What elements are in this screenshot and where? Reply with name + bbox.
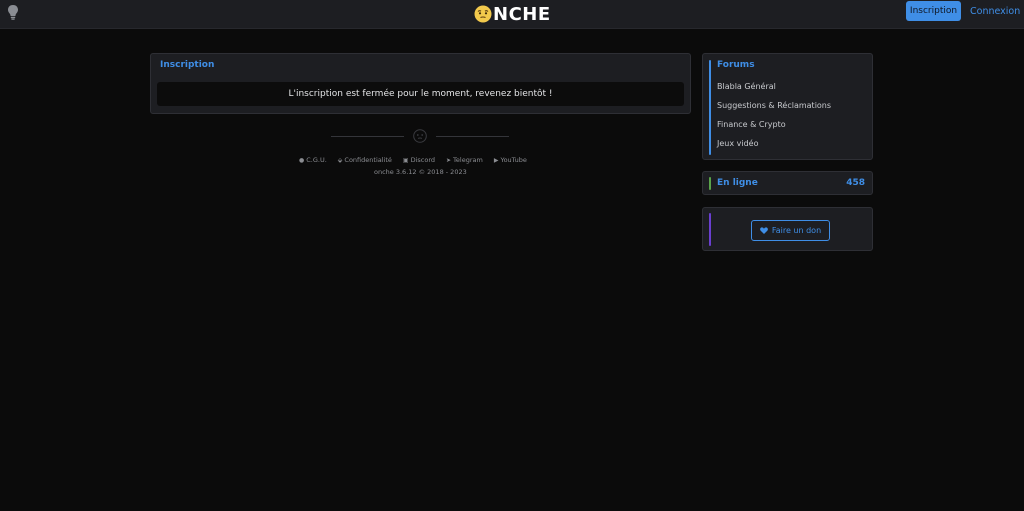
connexion-link[interactable]: Connexion <box>970 1 1020 21</box>
footer-links: ● C.G.U. ⬙ Confidentialité ▣ Discord ➤ T… <box>299 155 549 165</box>
accent-bar <box>709 177 711 190</box>
online-count: 458 <box>846 178 865 188</box>
telegram-icon: ➤ <box>446 156 452 164</box>
top-bar: NCHE Inscription Connexion <box>0 0 1024 29</box>
forum-item-blabla[interactable]: Blabla Général <box>717 82 776 91</box>
forums-title: Forums <box>717 60 755 70</box>
footer-link-youtube[interactable]: ▶ YouTube <box>494 155 527 165</box>
accent-bar <box>709 60 711 155</box>
heart-icon <box>759 227 768 234</box>
footer-link-label: C.G.U. <box>306 156 327 164</box>
footer-link-label: Telegram <box>453 156 483 164</box>
forum-item-finance[interactable]: Finance & Crypto <box>717 120 786 129</box>
divider-right <box>436 136 509 137</box>
shield-icon: ⬙ <box>337 156 343 164</box>
globe-icon: ● <box>299 156 305 164</box>
donate-label: Faire un don <box>771 226 822 235</box>
footer-link-cgu[interactable]: ● C.G.U. <box>299 155 327 165</box>
onche-face-icon <box>413 129 427 143</box>
footer-link-label: Discord <box>410 156 436 164</box>
forum-item-suggestions[interactable]: Suggestions & Réclamations <box>717 101 831 110</box>
divider-left <box>331 136 404 137</box>
inscription-card: Inscription L'inscription est fermée pou… <box>150 53 691 114</box>
footer-link-label: Confidentialité <box>344 156 392 164</box>
accent-bar <box>709 213 711 246</box>
version-text: onche 3.6.12 © 2018 - 2023 <box>374 168 467 176</box>
registration-closed-notice: L'inscription est fermée pour le moment,… <box>157 82 684 106</box>
footer-link-label: YouTube <box>500 156 527 164</box>
site-logo[interactable]: NCHE <box>474 3 551 25</box>
online-title: En ligne <box>717 178 758 188</box>
forums-panel: Forums Blabla Général Suggestions & Récl… <box>702 53 873 160</box>
donate-button[interactable]: Faire un don <box>751 220 830 241</box>
footer-link-privacy[interactable]: ⬙ Confidentialité <box>338 155 392 165</box>
youtube-icon: ▶ <box>493 156 499 164</box>
online-panel: En ligne 458 <box>702 171 873 195</box>
onche-face-icon <box>474 5 492 23</box>
donate-panel: Faire un don <box>702 207 873 251</box>
lightbulb-icon[interactable] <box>7 4 19 22</box>
forum-item-jeux-video[interactable]: Jeux vidéo <box>717 139 758 148</box>
footer-link-discord[interactable]: ▣ Discord <box>403 155 435 165</box>
discord-icon: ▣ <box>402 156 409 164</box>
logo-text: NCHE <box>493 3 551 25</box>
inscription-button[interactable]: Inscription <box>906 1 961 21</box>
card-title: Inscription <box>160 60 215 70</box>
footer-link-telegram[interactable]: ➤ Telegram <box>446 155 483 165</box>
